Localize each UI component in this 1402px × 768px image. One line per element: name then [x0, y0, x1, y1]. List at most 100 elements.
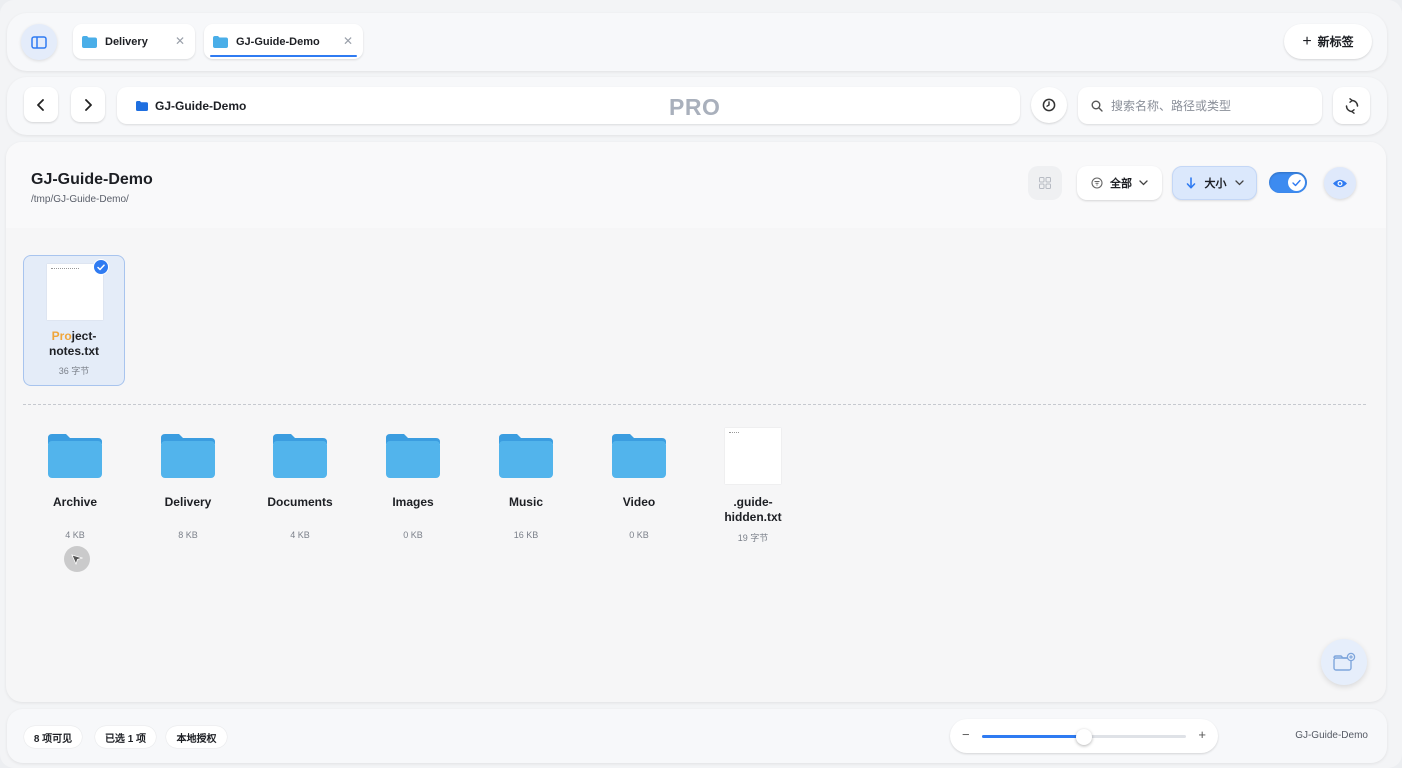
plus-icon: +	[1302, 32, 1312, 50]
item-name: Delivery	[164, 495, 212, 509]
tab-strip: Delivery ✕ GJ-Guide-Demo ✕ + 新标签	[7, 13, 1387, 71]
new-tab-label: 新标签	[1317, 35, 1354, 49]
folder-icon	[213, 35, 228, 48]
item-size: 16 KB	[513, 530, 539, 540]
tab-label: GJ-Guide-Demo	[236, 35, 320, 48]
folder-item-archive[interactable]: Archive 4 KB	[24, 432, 126, 540]
close-icon[interactable]: ✕	[343, 34, 353, 48]
item-size: 4 KB	[65, 530, 85, 540]
history-button[interactable]	[1031, 87, 1067, 123]
sidebar-toggle-button[interactable]	[21, 24, 57, 60]
check-icon	[1292, 179, 1301, 186]
folder-item-documents[interactable]: Documents 4 KB	[249, 432, 351, 540]
chevron-down-icon	[1234, 180, 1244, 186]
sort-label: 大小	[1204, 178, 1227, 190]
zoom-out-icon[interactable]: −	[962, 727, 970, 742]
item-name: Documents	[267, 495, 333, 509]
item-size: 4 KB	[290, 530, 310, 540]
sort-dropdown[interactable]: 大小	[1172, 166, 1257, 200]
tab-delivery[interactable]: Delivery ✕	[73, 24, 195, 59]
pointer-icon	[71, 553, 83, 565]
folder-item-music[interactable]: Music 16 KB	[475, 432, 577, 540]
zoom-track[interactable]	[982, 729, 1186, 745]
item-size: 0 KB	[403, 530, 423, 540]
file-name-part: notes.txt	[48, 344, 99, 358]
filter-icon	[1091, 177, 1103, 189]
chevron-left-icon	[37, 98, 44, 111]
toolbar: GJ-Guide-Demo PRO	[7, 77, 1387, 135]
forward-button[interactable]	[71, 87, 105, 122]
folder-icon	[48, 434, 102, 478]
zoom-slider[interactable]: − +	[950, 719, 1218, 753]
sync-button[interactable]	[1333, 87, 1370, 124]
new-folder-icon	[1333, 652, 1356, 671]
file-size: 36 字节	[58, 366, 90, 376]
folder-icon	[386, 434, 440, 478]
sidebar-icon	[31, 35, 47, 49]
text-file-icon	[725, 428, 781, 484]
sync-icon	[1345, 97, 1358, 114]
item-name: .guide-	[733, 495, 773, 509]
folder-header: GJ-Guide-Demo /tmp/GJ-Guide-Demo/ 全部 大小	[6, 142, 1386, 228]
path-bar[interactable]: GJ-Guide-Demo PRO	[117, 87, 1020, 124]
filter-dropdown[interactable]: 全部	[1077, 166, 1162, 200]
chevron-down-icon	[1139, 180, 1148, 186]
zoom-thumb[interactable]	[1076, 729, 1092, 745]
license-badge: 本地授权	[166, 726, 227, 748]
folder-icon	[612, 434, 666, 478]
search-input[interactable]	[1111, 98, 1311, 113]
eye-icon	[1333, 179, 1347, 187]
mouse-cursor	[64, 546, 90, 572]
search-field[interactable]	[1078, 87, 1322, 124]
zoom-fill	[982, 735, 1084, 738]
item-name: Music	[508, 495, 543, 509]
item-name: Images	[392, 495, 434, 509]
toggle-knob	[1288, 174, 1305, 191]
folder-item-video[interactable]: Video 0 KB	[588, 432, 690, 540]
folder-icon	[136, 100, 148, 111]
finder-window: Delivery ✕ GJ-Guide-Demo ✕ + 新标签 GJ-Guid…	[0, 0, 1402, 768]
section-divider	[23, 404, 1366, 405]
grid-icon	[1039, 177, 1051, 189]
item-size: 8 KB	[178, 530, 198, 540]
grid-view-button[interactable]	[1028, 166, 1062, 200]
file-name-part: ject-	[71, 329, 97, 343]
folder-icon	[82, 35, 97, 48]
filter-label: 全部	[1110, 178, 1132, 190]
search-icon	[1091, 100, 1103, 112]
new-folder-button[interactable]	[1321, 639, 1367, 685]
folder-item-images[interactable]: Images 0 KB	[362, 432, 464, 540]
item-size: 19 字节	[737, 533, 769, 543]
selected-file-item[interactable]: Project- notes.txt 36 字节	[23, 255, 125, 386]
current-location: GJ-Guide-Demo	[1295, 730, 1368, 741]
item-size: 0 KB	[629, 530, 649, 540]
name-match-highlight: Pro	[51, 329, 72, 343]
zoom-in-icon[interactable]: +	[1198, 727, 1206, 742]
folder-icon	[161, 434, 215, 478]
item-name: hidden.txt	[724, 510, 782, 524]
item-name: Archive	[52, 495, 98, 509]
item-name: Video	[622, 495, 656, 509]
check-icon	[93, 259, 109, 275]
preview-button[interactable]	[1324, 167, 1356, 199]
folder-icon	[499, 434, 553, 478]
path-text: GJ-Guide-Demo	[155, 98, 247, 113]
pro-badge: PRO	[669, 94, 721, 120]
visible-count-badge: 8 项可见	[24, 726, 82, 748]
back-button[interactable]	[24, 87, 58, 122]
file-browser-panel: GJ-Guide-Demo /tmp/GJ-Guide-Demo/ 全部 大小 …	[6, 142, 1386, 702]
arrow-down-icon	[1186, 177, 1195, 189]
new-tab-button[interactable]: + 新标签	[1284, 24, 1372, 59]
file-item-guide-hidden[interactable]: .guide- hidden.txt 19 字节	[702, 428, 804, 544]
clock-icon	[1042, 98, 1056, 112]
selected-count-badge: 已选 1 项	[95, 726, 156, 748]
status-bar: 8 项可见 已选 1 项 本地授权 − + GJ-Guide-Demo	[7, 709, 1387, 763]
page-title: GJ-Guide-Demo	[31, 171, 153, 188]
close-icon[interactable]: ✕	[175, 34, 185, 48]
folder-item-delivery[interactable]: Delivery 8 KB	[137, 432, 239, 540]
tab-label: Delivery	[105, 35, 148, 48]
show-hidden-toggle[interactable]	[1269, 172, 1307, 193]
tab-gj-guide-demo[interactable]: GJ-Guide-Demo ✕	[204, 24, 363, 59]
folder-icon	[273, 434, 327, 478]
page-path: /tmp/GJ-Guide-Demo/	[31, 194, 129, 205]
